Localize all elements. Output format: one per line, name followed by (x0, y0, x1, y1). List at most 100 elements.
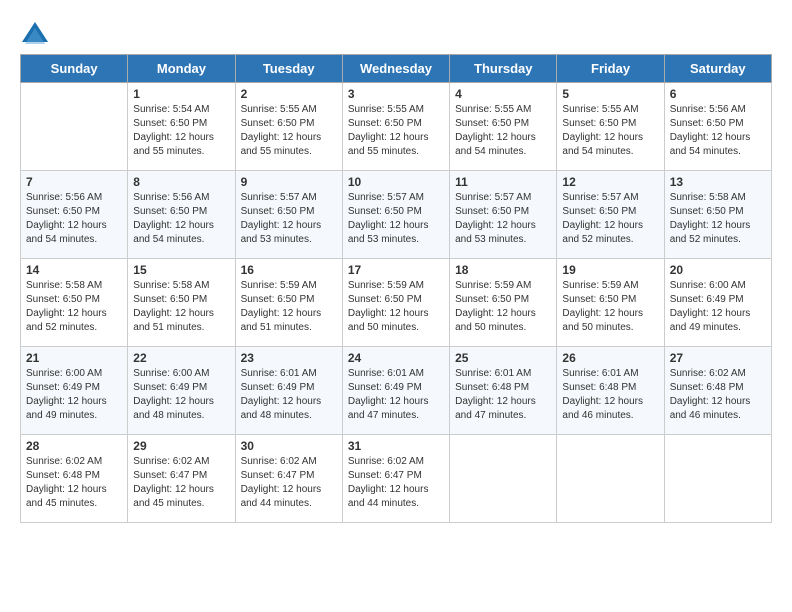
day-info: Sunrise: 6:02 AM Sunset: 6:47 PM Dayligh… (133, 455, 229, 511)
calendar-table: SundayMondayTuesdayWednesdayThursdayFrid… (20, 54, 772, 523)
calendar-day-6: 6Sunrise: 5:56 AM Sunset: 6:50 PM Daylig… (664, 83, 771, 171)
day-info: Sunrise: 5:55 AM Sunset: 6:50 PM Dayligh… (562, 103, 658, 159)
col-header-tuesday: Tuesday (235, 55, 342, 83)
calendar-empty-cell (664, 435, 771, 523)
day-info: Sunrise: 5:59 AM Sunset: 6:50 PM Dayligh… (241, 279, 337, 335)
calendar-day-2: 2 Sunrise: 5:55 AM Sunset: 6:50 PM Daylig… (235, 83, 342, 171)
day-number: 13 (670, 175, 766, 189)
calendar-day-5: 5 Sunrise: 5:55 AM Sunset: 6:50 PM Daylig… (557, 83, 664, 171)
day-number: 14 (26, 263, 122, 277)
day-info: Sunrise: 6:02 AM Sunset: 6:48 PM Dayligh… (670, 367, 766, 423)
day-info: Sunrise: 5:55 AM Sunset: 6:50 PM Dayligh… (241, 103, 337, 159)
day-number: 30 (241, 439, 337, 453)
calendar-day-16: 16 Sunrise: 5:59 AM Sunset: 6:50 PM Dayli… (235, 259, 342, 347)
day-info: Sunrise: 6:00 AM Sunset: 6:49 PM Dayligh… (26, 367, 122, 423)
day-info: Sunrise: 5:56 AM Sunset: 6:50 PM Dayligh… (26, 191, 122, 247)
day-number: 21 (26, 351, 122, 365)
calendar-day-18: 18 Sunrise: 5:59 AM Sunset: 6:50 PM Dayli… (450, 259, 557, 347)
calendar-empty-cell (557, 435, 664, 523)
calendar-day-4: 4Sunrise: 5:55 AM Sunset: 6:50 PM Daylig… (450, 83, 557, 171)
col-header-saturday: Saturday (664, 55, 771, 83)
day-number: 24 (348, 351, 444, 365)
calendar-day-31: 31 Sunrise: 6:02 AM Sunset: 6:47 PM Dayli… (342, 435, 449, 523)
calendar-day-25: 25 Sunrise: 6:01 AM Sunset: 6:48 PM Dayli… (450, 347, 557, 435)
day-number: 29 (133, 439, 229, 453)
day-info: Sunrise: 5:58 AM Sunset: 6:50 PM Dayligh… (26, 279, 122, 335)
day-number: 20 (670, 263, 766, 277)
day-info: Sunrise: 5:57 AM Sunset: 6:50 PM Dayligh… (455, 191, 551, 247)
day-info: Sunrise: 6:00 AM Sunset: 6:49 PM Dayligh… (133, 367, 229, 423)
day-info: Sunrise: 6:02 AM Sunset: 6:48 PM Dayligh… (26, 455, 122, 511)
day-info: Sunrise: 5:57 AM Sunset: 6:50 PM Dayligh… (348, 191, 444, 247)
day-number: 3 (348, 87, 444, 101)
day-info: Sunrise: 5:54 AM Sunset: 6:50 PM Dayligh… (133, 103, 229, 159)
day-info: Sunrise: 5:59 AM Sunset: 6:50 PM Dayligh… (562, 279, 658, 335)
day-number: 17 (348, 263, 444, 277)
calendar-empty-cell (21, 83, 128, 171)
calendar-day-27: 27 Sunrise: 6:02 AM Sunset: 6:48 PM Dayli… (664, 347, 771, 435)
day-number: 19 (562, 263, 658, 277)
calendar-week-row: 14 Sunrise: 5:58 AM Sunset: 6:50 PM Dayli… (21, 259, 772, 347)
calendar-day-15: 15 Sunrise: 5:58 AM Sunset: 6:50 PM Dayli… (128, 259, 235, 347)
calendar-day-23: 23 Sunrise: 6:01 AM Sunset: 6:49 PM Dayli… (235, 347, 342, 435)
day-info: Sunrise: 6:02 AM Sunset: 6:47 PM Dayligh… (348, 455, 444, 511)
day-number: 23 (241, 351, 337, 365)
day-number: 28 (26, 439, 122, 453)
calendar-day-19: 19 Sunrise: 5:59 AM Sunset: 6:50 PM Dayli… (557, 259, 664, 347)
day-number: 9 (241, 175, 337, 189)
calendar-day-14: 14 Sunrise: 5:58 AM Sunset: 6:50 PM Dayli… (21, 259, 128, 347)
day-number: 11 (455, 175, 551, 189)
calendar-week-row: 7Sunrise: 5:56 AM Sunset: 6:50 PM Daylig… (21, 171, 772, 259)
calendar-day-17: 17 Sunrise: 5:59 AM Sunset: 6:50 PM Dayli… (342, 259, 449, 347)
calendar-empty-cell (450, 435, 557, 523)
day-info: Sunrise: 5:59 AM Sunset: 6:50 PM Dayligh… (455, 279, 551, 335)
calendar-week-row: 21 Sunrise: 6:00 AM Sunset: 6:49 PM Dayli… (21, 347, 772, 435)
day-number: 16 (241, 263, 337, 277)
calendar-day-10: 10 Sunrise: 5:57 AM Sunset: 6:50 PM Dayli… (342, 171, 449, 259)
day-info: Sunrise: 5:59 AM Sunset: 6:50 PM Dayligh… (348, 279, 444, 335)
logo-icon (20, 20, 50, 50)
day-number: 22 (133, 351, 229, 365)
calendar-day-7: 7Sunrise: 5:56 AM Sunset: 6:50 PM Daylig… (21, 171, 128, 259)
col-header-sunday: Sunday (21, 55, 128, 83)
day-info: Sunrise: 5:56 AM Sunset: 6:50 PM Dayligh… (133, 191, 229, 247)
col-header-monday: Monday (128, 55, 235, 83)
day-info: Sunrise: 6:01 AM Sunset: 6:49 PM Dayligh… (241, 367, 337, 423)
calendar-week-row: 1 Sunrise: 5:54 AM Sunset: 6:50 PM Daylig… (21, 83, 772, 171)
calendar-header-row: SundayMondayTuesdayWednesdayThursdayFrid… (21, 55, 772, 83)
calendar-day-28: 28 Sunrise: 6:02 AM Sunset: 6:48 PM Dayli… (21, 435, 128, 523)
calendar-day-11: 11 Sunrise: 5:57 AM Sunset: 6:50 PM Dayli… (450, 171, 557, 259)
calendar-week-row: 28 Sunrise: 6:02 AM Sunset: 6:48 PM Dayli… (21, 435, 772, 523)
day-number: 25 (455, 351, 551, 365)
calendar-day-21: 21 Sunrise: 6:00 AM Sunset: 6:49 PM Dayli… (21, 347, 128, 435)
day-number: 2 (241, 87, 337, 101)
day-info: Sunrise: 5:56 AM Sunset: 6:50 PM Dayligh… (670, 103, 766, 159)
day-number: 5 (562, 87, 658, 101)
day-number: 18 (455, 263, 551, 277)
calendar-day-26: 26Sunrise: 6:01 AM Sunset: 6:48 PM Dayli… (557, 347, 664, 435)
day-info: Sunrise: 5:55 AM Sunset: 6:50 PM Dayligh… (348, 103, 444, 159)
day-info: Sunrise: 6:00 AM Sunset: 6:49 PM Dayligh… (670, 279, 766, 335)
day-number: 31 (348, 439, 444, 453)
calendar-day-9: 9 Sunrise: 5:57 AM Sunset: 6:50 PM Daylig… (235, 171, 342, 259)
day-info: Sunrise: 5:57 AM Sunset: 6:50 PM Dayligh… (562, 191, 658, 247)
day-number: 4 (455, 87, 551, 101)
day-number: 8 (133, 175, 229, 189)
day-info: Sunrise: 5:57 AM Sunset: 6:50 PM Dayligh… (241, 191, 337, 247)
day-info: Sunrise: 5:58 AM Sunset: 6:50 PM Dayligh… (670, 191, 766, 247)
day-number: 12 (562, 175, 658, 189)
day-number: 27 (670, 351, 766, 365)
calendar-day-30: 30 Sunrise: 6:02 AM Sunset: 6:47 PM Dayli… (235, 435, 342, 523)
calendar-day-13: 13 Sunrise: 5:58 AM Sunset: 6:50 PM Dayli… (664, 171, 771, 259)
col-header-friday: Friday (557, 55, 664, 83)
day-info: Sunrise: 5:58 AM Sunset: 6:50 PM Dayligh… (133, 279, 229, 335)
calendar-day-20: 20 Sunrise: 6:00 AM Sunset: 6:49 PM Dayli… (664, 259, 771, 347)
calendar-day-24: 24Sunrise: 6:01 AM Sunset: 6:49 PM Dayli… (342, 347, 449, 435)
day-info: Sunrise: 6:02 AM Sunset: 6:47 PM Dayligh… (241, 455, 337, 511)
day-number: 15 (133, 263, 229, 277)
day-number: 1 (133, 87, 229, 101)
calendar-day-22: 22 Sunrise: 6:00 AM Sunset: 6:49 PM Dayli… (128, 347, 235, 435)
day-info: Sunrise: 6:01 AM Sunset: 6:48 PM Dayligh… (455, 367, 551, 423)
day-number: 10 (348, 175, 444, 189)
calendar-day-29: 29 Sunrise: 6:02 AM Sunset: 6:47 PM Dayli… (128, 435, 235, 523)
